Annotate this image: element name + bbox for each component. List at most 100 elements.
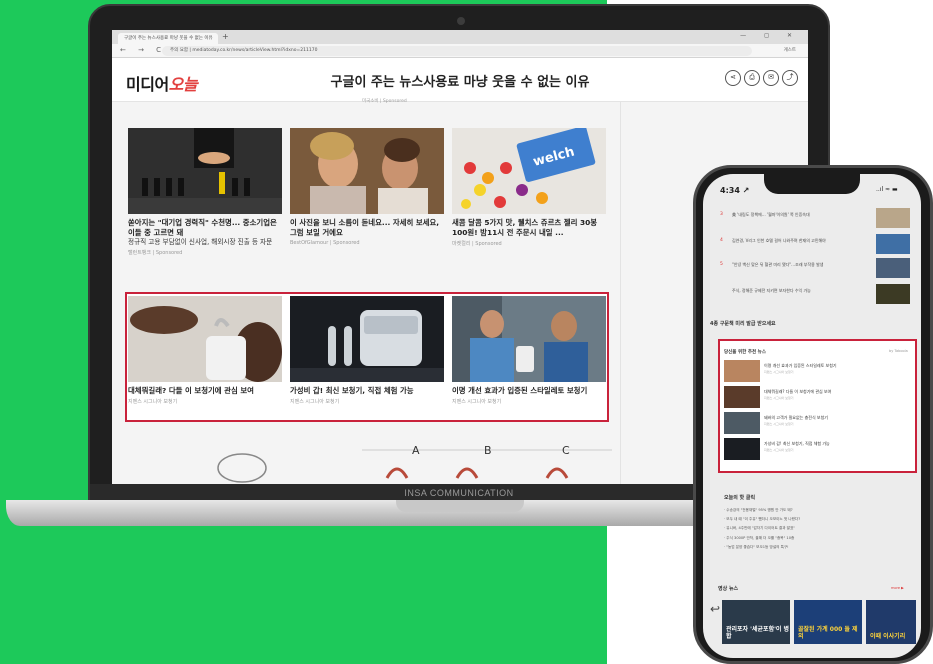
item-title: 대체뭐길래? 다들 이 보청기에 관심 보여 [764,389,832,394]
new-tab-button[interactable]: + [222,32,229,41]
bottom-letter-b: B [484,444,492,457]
item-source: 지멘스 시그니아 보청기 [764,448,794,452]
export-icon[interactable]: ⤴ [782,70,798,86]
recommend-by: by Taboola [889,349,908,353]
phone-news-row[interactable]: 주식, 정해준 규제전 지키면 보자한다 수익 가능 [720,284,910,306]
hearing-aid-card[interactable]: 대체뭐길래? 다들 이 보청기에 관심 보여 지멘스 시그니아 보청기 [128,296,282,405]
row-text: 김연경, V리그 인천 호텔 걸어 나와주며 한재의 고민해야 [732,238,826,243]
hands-hearing-aid-image [128,296,282,382]
sponsored-card[interactable]: welch 새콤 달콤 5가지 맛, 웰치스 쥬르츠 젤리 30봉 100원! … [452,128,606,247]
video-more-link[interactable]: more ▶ [891,586,904,590]
item-thumbnail [724,386,760,408]
row-number: 4 [720,238,723,243]
laptop-camera [457,17,465,25]
browser-addressbar: ← → C 주의 요함 | mediatoday.co.kr/news/arti… [112,44,808,58]
item-title: 이명 개선 효과가 입증된 스타일레토 보청기 [764,363,837,368]
sidebar-divider [620,102,621,484]
video-text: 관리포자 '세균포함'이 병합 [726,626,790,640]
phone-status-icons: ..ıl ≈ ▬ [876,186,898,193]
two-women-image [290,128,444,214]
row-text: 주식, 정해준 규제전 지키면 보자한다 수익 가능 [732,288,811,293]
card-image [290,296,444,382]
list-item[interactable]: · "농업 분양 좋습다" 보오1등 망설의 특구! [724,543,904,552]
card-title: 이명 개선 효과가 입증된 스타일레토 보청기 [452,386,588,395]
browser-tabbar: 구글이 주는 뉴스사용료 마냥 웃을 수 없는 이유 + — ◻ ✕ [112,30,808,44]
recommend-item[interactable]: 가성비 갑! 최신 보청기, 직접 체험 가능 지멘스 시그니아 보청기 [724,438,910,462]
row-thumbnail [876,208,910,228]
card-source: BestOfGlamour | Sponsored [290,240,360,246]
card-image [128,296,282,382]
site-header: 미디어오늘 구글이 주는 뉴스사용료 마냥 웃을 수 없는 이유 ⋖ ⎙ ✉ ⤴ [112,58,808,102]
phone-notch [764,174,860,194]
card-title: 이 사진을 보니 소름이 돋네요... 자세히 보세요, 그럼 보일 거에요 [290,218,440,237]
card-source: 마켓컬리 | Sponsored [452,241,502,247]
card-title: 쏟아지는 "대기업 경력직" 수천명... 중소기업은 이들 중 고르면 돼 [128,218,277,237]
card-source: 탤런트뱅크 | Sponsored [128,250,183,256]
card-image: welch [452,128,606,214]
bottom-letter-a: A [412,444,420,457]
laptop-notch [396,500,524,512]
list-item[interactable]: · 수송강의 "전용재벌" 95% 병원 안 가도 돼? [724,506,904,515]
recommend-title: 당신을 위한 추천 뉴스 [724,350,766,355]
phone-news-row[interactable]: 5 "안녕 백신 맞은 뒤 혈관 미리 됐다"…조래 부작용 발생 [720,258,910,280]
list-item[interactable]: · 유니버, 4주만에 "갑자기 다이어트 결과 발표" [724,524,904,533]
today-title: 오늘의 핫 클릭 [724,495,756,501]
list-item[interactable]: · 모두 내 때 "이 주유" 뺐더니 오보이노 첫 나왔다? [724,515,904,524]
share-icon[interactable]: ⋖ [725,70,741,86]
profile-button[interactable]: 게스트 [784,46,796,56]
sponsored-card[interactable]: 이 사진을 보니 소름이 돋네요... 자세히 보세요, 그럼 보일 거에요 B… [290,128,444,246]
card-desc: 정규직 고용 부담없이 신사업, 해외시장 진출 등 자문 [128,238,273,246]
article-headline: 구글이 주는 뉴스사용료 마냥 웃을 수 없는 이유 [330,75,590,90]
item-source: 지멘스 시그니아 보청기 [764,370,794,374]
video-news-title: 영상 뉴스 [718,586,739,592]
item-thumbnail [724,438,760,460]
card-source: 지멘스 시그니아 보청기 [290,399,340,405]
card-source: 지멘스 시그니아 보청기 [128,399,178,405]
item-thumbnail [724,360,760,382]
card-image [452,296,606,382]
video-thumbnail[interactable]: 이때 이사기리 [866,600,916,644]
print-icon[interactable]: ⎙ [744,70,760,86]
hearing-aid-card[interactable]: 가성비 갑! 최신 보청기, 직접 체험 가능 지멘스 시그니아 보청기 [290,296,444,405]
list-item[interactable]: · 주식 3000P 안착, 올해 더 오를 "종목" 10종 [724,534,904,543]
bottom-letter-c: C [562,444,570,457]
item-thumbnail [724,412,760,434]
item-title: 돼바의 고객가 필요없는 충전식 보청기 [764,415,828,420]
recommend-item[interactable]: 이명 개선 효과가 입증된 스타일레토 보청기 지멘스 시그니아 보청기 [724,360,910,384]
share-icons: ⋖ ⎙ ✉ ⤴ [725,70,798,86]
card-title: 가성비 갑! 최신 보청기, 직접 체험 가능 [290,386,414,395]
business-figures-image [128,128,282,214]
video-thumbnail[interactable]: 골잘된 가계 000 들 제외 [794,600,862,644]
card-title: 대체뭐길래? 다들 이 보청기에 관심 보여 [128,386,254,395]
row-thumbnail [876,234,910,254]
recommend-item[interactable]: 돼바의 고객가 필요없는 충전식 보청기 지멘스 시그니아 보청기 [724,412,910,436]
jelly-candy-image: welch [452,128,606,214]
row-text: "안녕 백신 맞은 뒤 혈관 미리 됐다"…조래 부작용 발생 [732,262,824,267]
hearing-aid-card[interactable]: 이명 개선 효과가 입증된 스타일레토 보청기 지멘스 시그니아 보청기 [452,296,606,405]
phone-time: 4:34 ↗ [720,186,750,195]
row-text: 美 '내림도 정책에… '월마'이의원' 쪽 인증속대 [732,212,810,217]
item-source: 지멘스 시그니아 보청기 [764,396,794,400]
video-thumbnail[interactable]: 관리포자 '세균포함'이 병합 [722,600,790,644]
card-title: 새콤 달콤 5가지 맛, 웰치스 쥬르츠 젤리 30봉 100원! 밤11시 전… [452,218,598,237]
card-source: 지멘스 시그니아 보청기 [452,399,502,405]
row-number: 3 [720,212,723,217]
hearing-aid-devices-image [290,296,444,382]
url-input[interactable]: 주의 요함 | mediatoday.co.kr/news/articleVie… [162,46,752,56]
mail-icon[interactable]: ✉ [763,70,779,86]
item-source: 지멘스 시그니아 보청기 [764,422,794,426]
item-title: 가성비 갑! 최신 보청기, 직접 체험 가능 [764,441,830,446]
recommend-item[interactable]: 대체뭐길래? 다들 이 보청기에 관심 보여 지멘스 시그니아 보청기 [724,386,910,410]
row-thumbnail [876,284,910,304]
row-thumbnail [876,258,910,278]
nav-buttons[interactable]: ← → C [120,46,166,54]
card-image [290,128,444,214]
phone-news-row[interactable]: 4 김연경, V리그 인천 호텔 걸어 나와주며 한재의 고민해야 [720,234,910,256]
phone-news-row[interactable]: 3 美 '내림도 정책에… '월마'이의원' 쪽 인증속대 [720,208,910,230]
window-controls[interactable]: — ◻ ✕ [740,32,800,39]
sponsored-card[interactable]: 쏟아지는 "대기업 경력직" 수천명... 중소기업은 이들 중 고르면 돼 정… [128,128,282,256]
bottom-partial-content [217,449,612,483]
video-text: 이때 이사기리 [870,633,906,640]
browser-tab[interactable]: 구글이 주는 뉴스사용료 마냥 웃을 수 없는 이유 [118,33,218,44]
back-icon[interactable]: ↩ [710,602,720,616]
